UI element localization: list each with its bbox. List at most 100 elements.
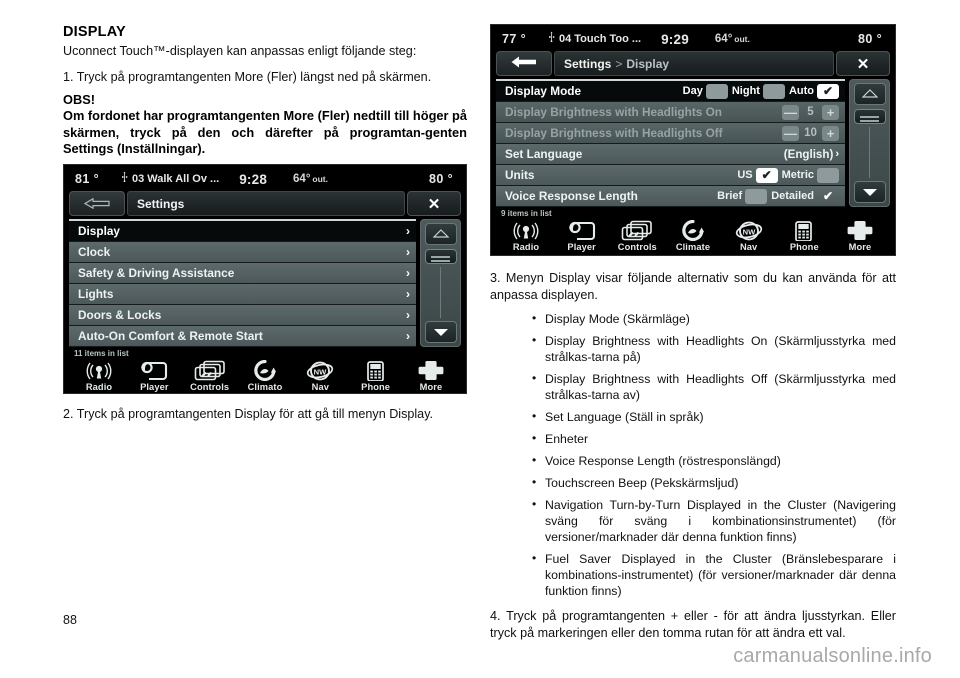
nav-label: Controls: [190, 382, 230, 393]
back-button[interactable]: [496, 51, 552, 76]
option-night[interactable]: Night: [732, 83, 785, 99]
list-item[interactable]: Doors & Locks ›: [69, 305, 416, 327]
close-button[interactable]: ✕: [836, 51, 890, 76]
breadcrumb: Settings > Display: [554, 51, 834, 76]
back-button[interactable]: [69, 191, 125, 217]
option-detailed[interactable]: Detailed ✔: [771, 189, 839, 204]
climate-icon: [251, 359, 279, 382]
nav-button-more[interactable]: More: [405, 359, 457, 392]
bottom-nav-bar: Radio Player Controls: [69, 359, 461, 393]
minus-button[interactable]: —: [782, 125, 799, 141]
option-checkbox[interactable]: [705, 83, 728, 99]
option-checkbox[interactable]: [817, 167, 839, 183]
settings-list: Display › Clock › Safety & Driving Assis…: [69, 219, 416, 348]
scroll-up-button[interactable]: [424, 223, 457, 246]
display-options-list: Display Mode (Skärmläge) Display Brightn…: [490, 311, 896, 600]
nav-button-phone[interactable]: Phone: [350, 359, 402, 392]
list-item-label: Display: [78, 224, 120, 239]
row-brightness-headlights-off[interactable]: Display Brightness with Headlights Off —…: [496, 123, 845, 144]
nav-button-nav[interactable]: NW Nav: [294, 359, 346, 392]
close-button[interactable]: ✕: [407, 191, 461, 217]
scroll-thumb[interactable]: [853, 109, 886, 124]
list-area: Display › Clock › Safety & Driving Assis…: [69, 219, 461, 348]
bottom-nav-bar: Radio Player Controls: [496, 219, 890, 253]
voice-response-options: Brief Detailed ✔: [717, 188, 839, 204]
arrow-left-icon: [511, 56, 537, 72]
option-auto[interactable]: Auto ✔: [789, 83, 839, 99]
list-item-label: Lights: [78, 287, 114, 302]
nav-label: Phone: [789, 242, 819, 252]
option-label: US: [737, 169, 753, 181]
note-body: Om fordonet har programtangenten More (F…: [63, 108, 467, 156]
row-set-language[interactable]: Set Language (English) ›: [496, 144, 845, 165]
triangle-down-icon: [862, 186, 878, 199]
scroll-down-button[interactable]: [853, 181, 886, 203]
nav-button-player[interactable]: Player: [556, 219, 608, 252]
scroll-up-button[interactable]: [853, 83, 886, 105]
player-icon: [138, 359, 170, 381]
checkmark-icon[interactable]: ✔: [817, 83, 839, 99]
list-item-label: Auto-On Comfort & Remote Start: [78, 329, 263, 344]
brightness-value: 10: [804, 127, 817, 139]
nav-button-controls[interactable]: Controls: [611, 219, 663, 252]
option-metric[interactable]: Metric: [782, 167, 839, 183]
nav-label: Controls: [617, 242, 657, 252]
scrollbar[interactable]: [849, 79, 890, 207]
row-voice-response-length[interactable]: Voice Response Length Brief Detailed ✔: [496, 186, 845, 207]
watermark: carmanualsonline.info: [733, 645, 932, 667]
list-item: Touchscreen Beep (Pekskärmsljud): [532, 475, 896, 492]
close-icon: ✕: [856, 55, 870, 73]
row-display-mode[interactable]: Display Mode Day Night Auto ✔: [496, 81, 845, 102]
nav-button-climate[interactable]: Climate: [667, 219, 719, 252]
list-item[interactable]: Clock ›: [69, 242, 416, 264]
option-checkbox[interactable]: [745, 188, 768, 204]
scroll-track[interactable]: [440, 267, 441, 319]
usb-icon: [121, 171, 128, 185]
outside-temp: 64° out.: [293, 173, 328, 185]
nav-button-more[interactable]: More: [834, 219, 886, 252]
row-units[interactable]: Units US ✔ Metric: [496, 165, 845, 186]
scrollbar[interactable]: [420, 219, 461, 348]
nav-button-radio[interactable]: Radio: [500, 219, 552, 252]
nav-button-phone[interactable]: Phone: [778, 219, 830, 252]
nav-label: Nav: [311, 382, 329, 393]
row-label: Display Mode: [505, 84, 582, 98]
nav-button-player[interactable]: Player: [128, 359, 180, 392]
nav-button-controls[interactable]: Controls: [184, 359, 236, 392]
list-item[interactable]: Safety & Driving Assistance ›: [69, 263, 416, 285]
list-item[interactable]: Auto-On Comfort & Remote Start ›: [69, 326, 416, 348]
svg-text:NW: NW: [742, 227, 755, 236]
brightness-on-stepper: — 5 +: [782, 104, 839, 120]
now-playing: 03 Walk All Ov ...: [121, 171, 219, 186]
row-brightness-headlights-on[interactable]: Display Brightness with Headlights On — …: [496, 102, 845, 123]
step-1: 1. Tryck på programtangenten More (Fler)…: [63, 69, 432, 84]
option-brief[interactable]: Brief: [717, 188, 768, 204]
display-settings-list: Display Mode Day Night Auto ✔ Display Br…: [496, 79, 845, 207]
option-label: Detailed: [771, 190, 814, 202]
scroll-down-button[interactable]: [424, 321, 457, 344]
outside-temp-value: 64°: [293, 173, 311, 186]
option-checkbox[interactable]: [762, 83, 785, 99]
brightness-value: 5: [807, 106, 814, 118]
minus-button[interactable]: —: [782, 104, 799, 120]
nav-button-climate[interactable]: Climato: [239, 359, 291, 392]
checkmark-icon[interactable]: ✔: [755, 167, 778, 183]
list-item[interactable]: Display ›: [69, 221, 416, 243]
plus-button[interactable]: +: [822, 125, 839, 141]
checkmark-icon[interactable]: ✔: [817, 189, 839, 204]
nav-button-nav[interactable]: NW Nav: [723, 219, 775, 252]
plus-button[interactable]: +: [822, 104, 839, 120]
list-item[interactable]: Lights ›: [69, 284, 416, 306]
scroll-track[interactable]: [869, 127, 870, 178]
phone-icon: [793, 219, 815, 241]
breadcrumb-root: Settings: [137, 196, 185, 211]
row-label: Display Brightness with Headlights On: [505, 105, 722, 119]
option-us[interactable]: US ✔: [737, 167, 778, 183]
chevron-right-icon: ›: [406, 266, 410, 281]
scroll-thumb[interactable]: [424, 249, 457, 265]
item-count: 9 items in list: [501, 209, 552, 218]
radio-icon: [509, 219, 543, 241]
option-day[interactable]: Day: [683, 83, 728, 99]
nav-button-radio[interactable]: Radio: [73, 359, 125, 392]
language-value: (English): [783, 147, 834, 161]
